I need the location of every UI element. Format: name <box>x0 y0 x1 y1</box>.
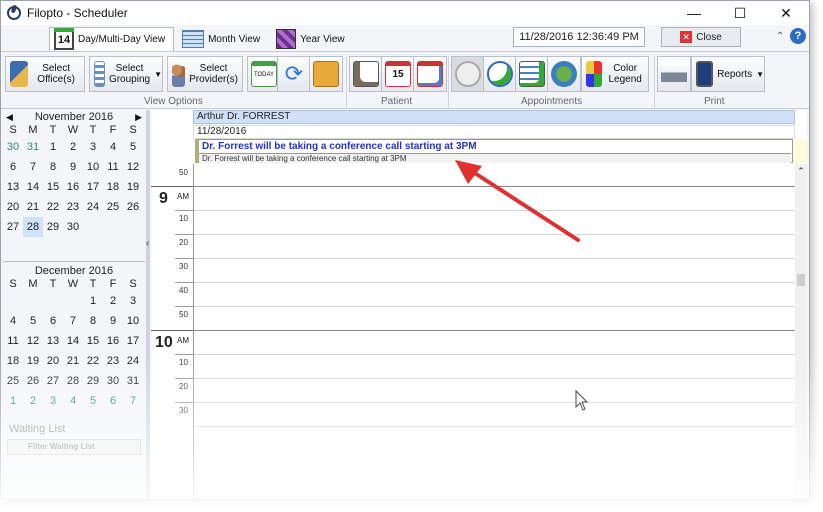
mouse-cursor-icon <box>575 390 589 411</box>
annotation-arrow <box>455 160 580 242</box>
